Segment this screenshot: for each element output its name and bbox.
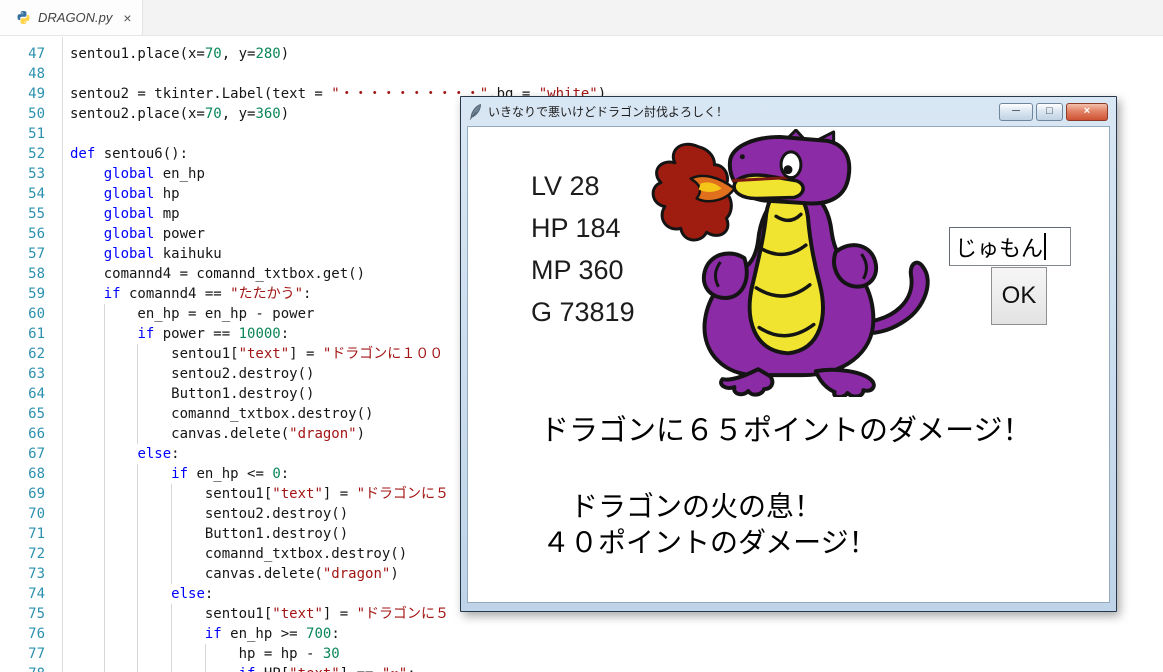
line-number: 65	[0, 404, 45, 424]
line-number: 48	[0, 64, 45, 84]
stat-lv: LV 28	[531, 165, 635, 207]
line-content: global mp	[70, 204, 180, 224]
line-number: 71	[0, 524, 45, 544]
maximize-icon: □	[1046, 106, 1053, 117]
close-icon: ×	[1084, 106, 1090, 117]
line-number: 67	[0, 444, 45, 464]
line-number: 52	[0, 144, 45, 164]
line-content: sentou2.place(x=70, y=360)	[70, 104, 289, 124]
code-line[interactable]: 77 hp = hp - 30	[0, 644, 1163, 664]
line-number: 49	[0, 84, 45, 104]
minimize-button[interactable]: ─	[999, 103, 1033, 121]
line-number: 63	[0, 364, 45, 384]
line-content: global en_hp	[70, 164, 205, 184]
tk-feather-icon	[469, 104, 482, 120]
text-caret	[1044, 233, 1046, 260]
line-number: 74	[0, 584, 45, 604]
line-number: 57	[0, 244, 45, 264]
tab-title: DRAGON.py	[38, 10, 112, 25]
editor-tab-bar: DRAGON.py ×	[0, 0, 1163, 36]
line-content: en_hp = en_hp - power	[70, 304, 314, 324]
line-content: sentou2.destroy()	[70, 364, 314, 384]
line-content: if en_hp <= 0:	[70, 464, 289, 484]
code-line[interactable]: 47 sentou1.place(x=70, y=280)	[0, 44, 1163, 64]
line-number: 60	[0, 304, 45, 324]
line-content: Button1.destroy()	[70, 524, 348, 544]
line-content: sentou1["text"] = "ドラゴンに５	[70, 484, 449, 504]
tab-dragon-py[interactable]: DRAGON.py ×	[0, 0, 143, 35]
line-content: def sentou6():	[70, 144, 188, 164]
stat-mp: MP 360	[531, 249, 635, 291]
line-content: canvas.delete("dragon")	[70, 564, 399, 584]
line-number: 50	[0, 104, 45, 124]
player-stats: LV 28 HP 184 MP 360 G 73819	[531, 165, 635, 333]
line-content: Button1.destroy()	[70, 384, 314, 404]
maximize-button[interactable]: □	[1036, 103, 1063, 121]
line-content: sentou1["text"] = "ドラゴンに１００	[70, 344, 443, 364]
line-content: global power	[70, 224, 205, 244]
game-window-titlebar[interactable]: いきなりで悪いけどドラゴン討伐よろしく！ ─ □ ×	[467, 97, 1110, 126]
ok-button[interactable]: OK	[991, 267, 1047, 325]
vscode-editor-screen: DRAGON.py × 47 sentou1.place(x=70, y=280)…	[0, 0, 1163, 672]
line-number: 58	[0, 264, 45, 284]
line-number: 51	[0, 124, 45, 144]
line-number: 64	[0, 384, 45, 404]
line-content: global kaihuku	[70, 244, 222, 264]
spell-input[interactable]: じゅもん	[949, 227, 1071, 266]
line-content: comannd4 = comannd_txtbox.get()	[70, 264, 365, 284]
line-number: 59	[0, 284, 45, 304]
line-number: 66	[0, 424, 45, 444]
stat-hp: HP 184	[531, 207, 635, 249]
line-content: else:	[70, 444, 180, 464]
code-line[interactable]: 48	[0, 64, 1163, 84]
line-content: hp = hp - 30	[70, 644, 340, 664]
line-content: sentou2.destroy()	[70, 504, 348, 524]
code-line[interactable]: 76 if en_hp >= 700:	[0, 624, 1163, 644]
line-content: comannd_txtbox.destroy()	[70, 544, 407, 564]
line-number: 68	[0, 464, 45, 484]
line-content: if HP["text"] == "∞":	[70, 664, 416, 672]
dragon-image	[638, 129, 938, 397]
line-number: 55	[0, 204, 45, 224]
line-content: if comannd4 == "たたかう":	[70, 284, 311, 304]
line-number: 76	[0, 624, 45, 644]
line-number: 73	[0, 564, 45, 584]
game-window: いきなりで悪いけどドラゴン討伐よろしく！ ─ □ × LV 28 HP 184 …	[460, 96, 1117, 612]
line-number: 75	[0, 604, 45, 624]
line-content: else:	[70, 584, 213, 604]
battle-message-enemy: ドラゴンの火の息！ ４０ポイントのダメージ！	[542, 489, 877, 561]
tab-close-icon[interactable]: ×	[123, 11, 131, 25]
line-number: 47	[0, 44, 45, 64]
line-number: 69	[0, 484, 45, 504]
line-content: if en_hp >= 700:	[70, 624, 340, 644]
line-number: 56	[0, 224, 45, 244]
minimize-icon: ─	[1012, 106, 1020, 117]
line-content: sentou1.place(x=70, y=280)	[70, 44, 289, 64]
line-number: 61	[0, 324, 45, 344]
line-number: 54	[0, 184, 45, 204]
game-window-client: LV 28 HP 184 MP 360 G 73819	[467, 126, 1110, 603]
line-number: 72	[0, 544, 45, 564]
line-content: comannd_txtbox.destroy()	[70, 404, 373, 424]
python-icon	[16, 10, 31, 25]
line-content: canvas.delete("dragon")	[70, 424, 365, 444]
window-controls: ─ □ ×	[999, 103, 1108, 121]
code-line[interactable]: 78 if HP["text"] == "∞":	[0, 664, 1163, 672]
battle-message-damage: ドラゴンに６５ポイントのダメージ！	[540, 407, 1032, 449]
line-content: sentou1["text"] = "ドラゴンに５	[70, 604, 449, 624]
spell-input-value: じゅもん	[955, 231, 1043, 263]
close-button[interactable]: ×	[1066, 103, 1108, 121]
window-title: いきなりで悪いけどドラゴン討伐よろしく！	[488, 103, 728, 120]
line-number: 62	[0, 344, 45, 364]
line-content: if power == 10000:	[70, 324, 289, 344]
line-number: 53	[0, 164, 45, 184]
line-content: global hp	[70, 184, 180, 204]
line-number: 70	[0, 504, 45, 524]
line-number: 78	[0, 664, 45, 672]
stat-gold: G 73819	[531, 291, 635, 333]
line-number: 77	[0, 644, 45, 664]
